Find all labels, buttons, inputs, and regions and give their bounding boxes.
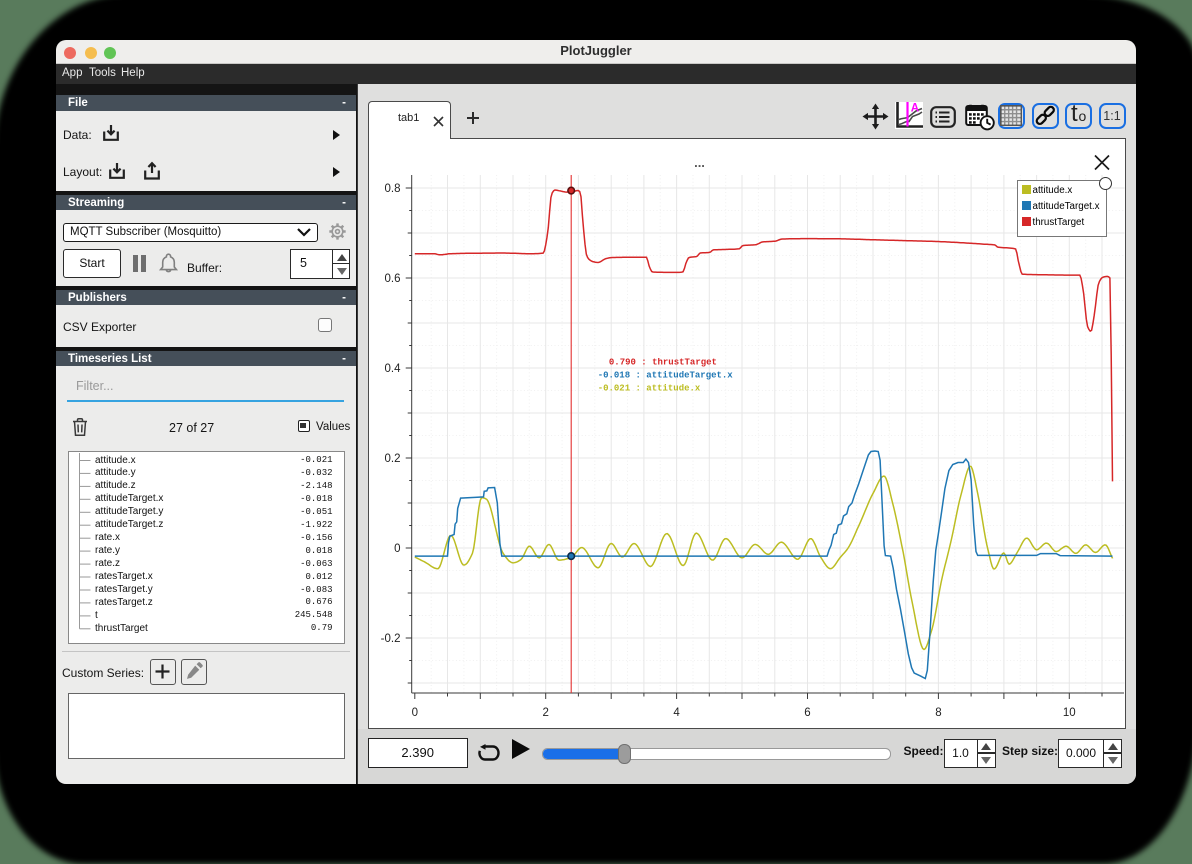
svg-text:A: A	[910, 103, 918, 115]
svg-text:0: 0	[412, 707, 418, 719]
svg-text:0.4: 0.4	[385, 363, 402, 375]
svg-text:2: 2	[542, 707, 548, 719]
svg-text:0.8: 0.8	[385, 183, 401, 195]
svg-text:4: 4	[673, 707, 680, 719]
svg-text:8: 8	[935, 707, 941, 719]
svg-text:-0.2: -0.2	[381, 633, 401, 645]
svg-text:-0.021 : attitude.x: -0.021 : attitude.x	[598, 383, 701, 393]
svg-text:6: 6	[804, 707, 810, 719]
svg-text:10: 10	[1063, 707, 1076, 719]
svg-text:0.2: 0.2	[385, 453, 401, 465]
svg-text:...: ...	[694, 155, 705, 170]
svg-text:0.790 : thrustTarget: 0.790 : thrustTarget	[604, 357, 717, 367]
svg-text:0: 0	[394, 543, 400, 555]
svg-text:-0.018 : attitudeTarget.x: -0.018 : attitudeTarget.x	[598, 370, 734, 380]
svg-text:0.6: 0.6	[385, 273, 401, 285]
